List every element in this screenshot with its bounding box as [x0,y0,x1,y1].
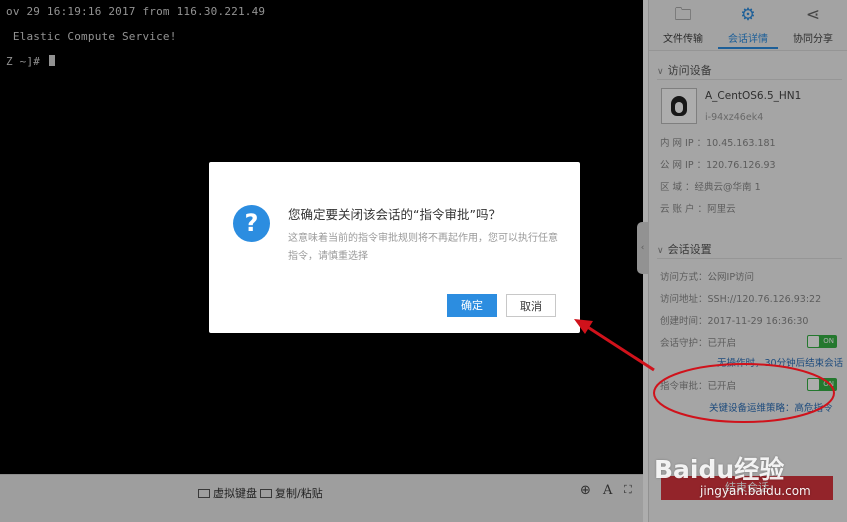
confirm-button[interactable]: 确定 [447,294,497,317]
watermark-url: jingyan.baidu.com [700,484,811,498]
app-window: ov 29 16:19:16 2017 from 116.30.221.49 E… [0,0,847,522]
dialog-title: 您确定要关闭该会话的“指令审批”吗？ [288,207,501,222]
baidu-watermark: Baidu经验 [654,455,785,484]
question-icon: ? [233,205,270,242]
cancel-button[interactable]: 取消 [506,294,556,317]
confirm-dialog: ? 您确定要关闭该会话的“指令审批”吗？ 这意味着当前的指令审批规则将不再起作用… [209,162,580,333]
dialog-description: 这意味着当前的指令审批规则将不再起作用，您可以执行任意指令，请慎重选择 [288,233,558,262]
